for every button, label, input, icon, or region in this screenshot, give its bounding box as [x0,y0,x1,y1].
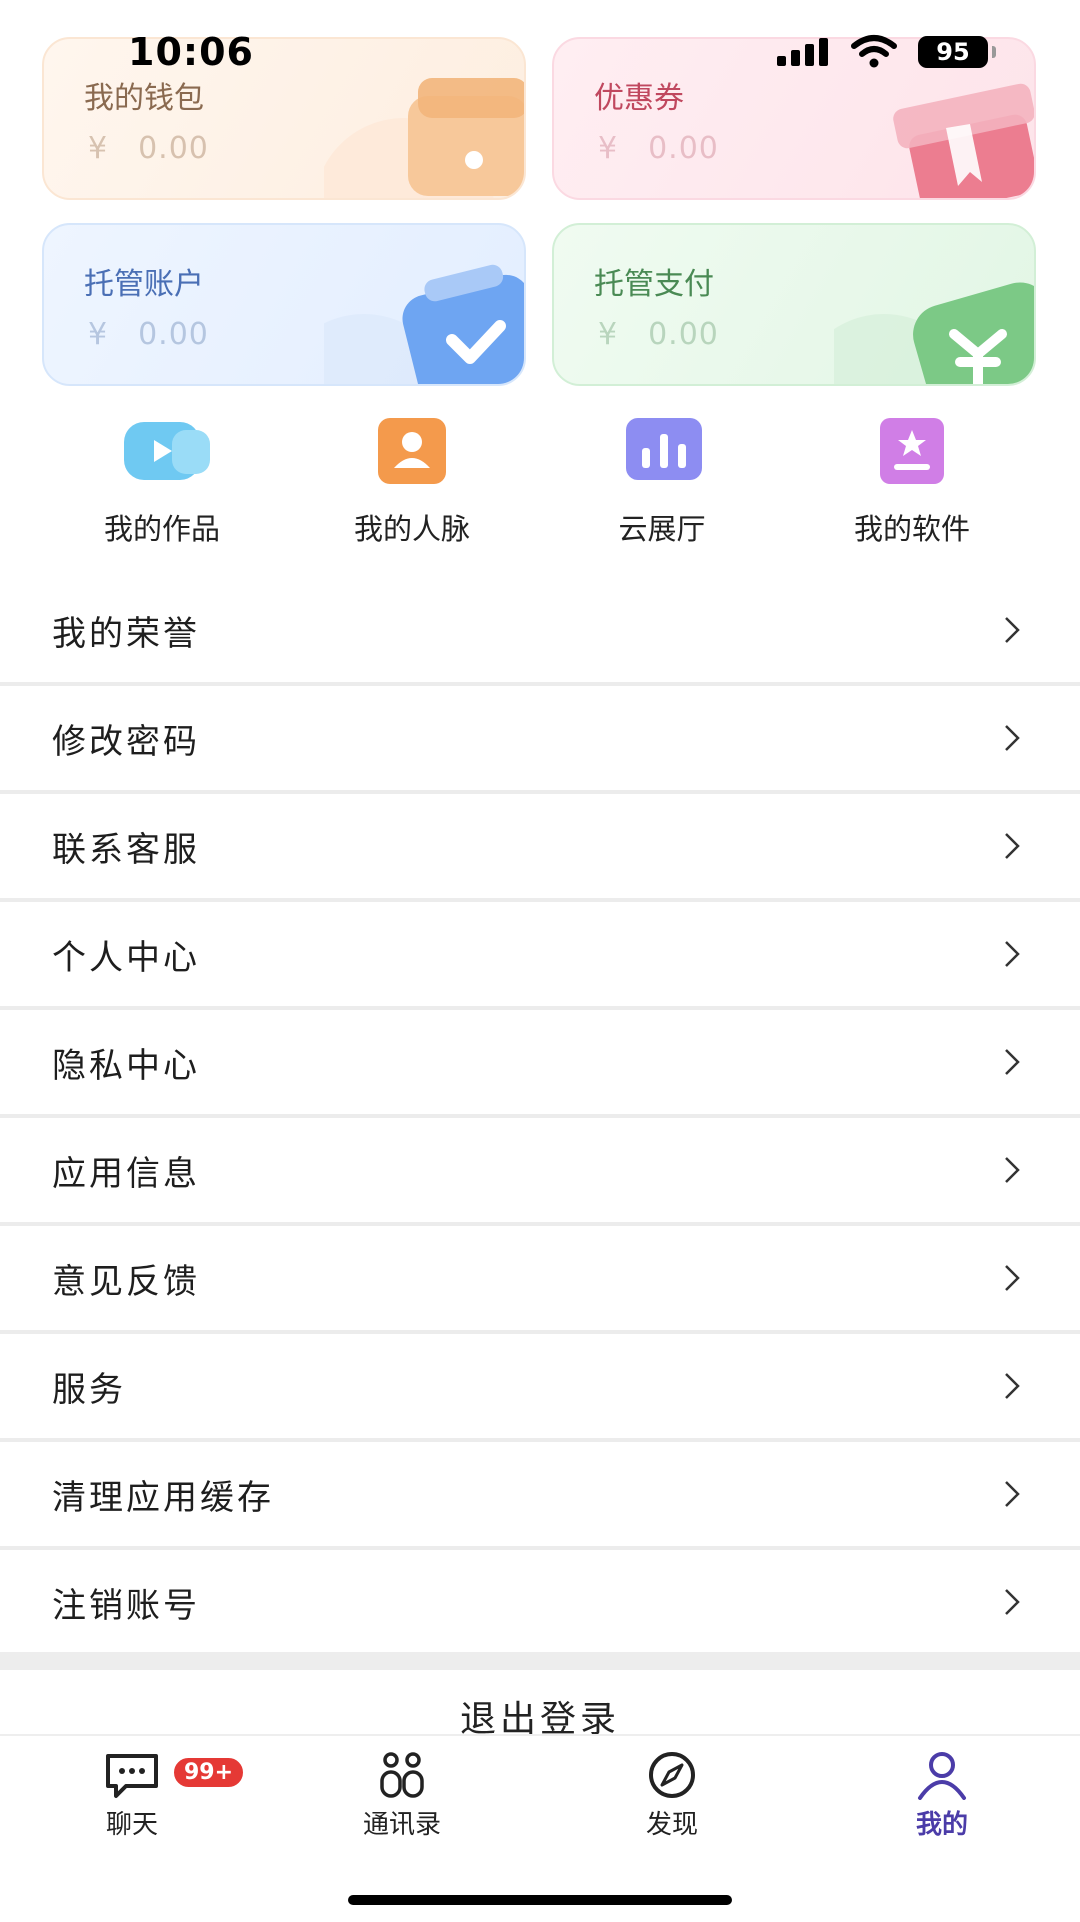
chevron-right-icon [1005,617,1020,643]
menu-label: 清理应用缓存 [52,1478,274,1518]
user-icon [912,1750,972,1800]
shortcut-row: 我的作品 我的人脉 云展厅 我的软件 [0,418,1080,558]
menu-label: 个人中心 [52,938,200,978]
coupon-amount: ¥0.00 [598,131,719,166]
shortcut-label: 我的作品 [103,512,220,546]
logout-button[interactable]: 退出登录 [0,1670,1080,1734]
tab-me[interactable]: 我的 [842,1750,1042,1841]
menu-item-clear-cache[interactable]: 清理应用缓存 [0,1442,1080,1546]
tab-discover[interactable]: 发现 [572,1750,772,1841]
yen-coin-icon [834,282,1034,384]
chevron-right-icon [1005,1481,1020,1507]
menu-item-feedback[interactable]: 意见反馈 [0,1226,1080,1330]
menu-item-delete-account[interactable]: 注销账号 [0,1550,1080,1654]
menu-label: 应用信息 [52,1154,200,1194]
shortcut-cloud-hall[interactable]: 云展厅 [552,418,772,548]
chevron-right-icon [1005,1157,1020,1183]
tab-chat[interactable]: 99+ 聊天 [32,1750,246,1841]
menu-item-change-password[interactable]: 修改密码 [0,686,1080,790]
menu-item-personal-center[interactable]: 个人中心 [0,902,1080,1006]
bookmark-star-icon [872,418,952,484]
tab-label: 发现 [645,1810,698,1840]
escrow-pay-card[interactable]: 托管支付 ¥0.00 [552,223,1036,386]
tab-label: 通讯录 [362,1810,441,1840]
escrow-account-title: 托管账户 [84,267,204,302]
escrow-account-amount: ¥0.00 [88,317,209,352]
video-icon [122,418,210,484]
battery-level: 95 [936,38,970,66]
shortcut-label: 我的软件 [853,512,970,546]
escrow-pay-title: 托管支付 [594,267,714,302]
bottom-tab-bar: 99+ 聊天 通讯录 发现 我的 [0,1734,1080,1922]
shortcut-my-works[interactable]: 我的作品 [52,418,272,548]
escrow-account-card[interactable]: 托管账户 ¥0.00 [42,223,526,386]
chevron-right-icon [1005,1589,1020,1615]
contacts-icon [372,1750,432,1800]
menu-item-service[interactable]: 服务 [0,1334,1080,1438]
chevron-right-icon [1005,833,1020,859]
chevron-right-icon [1005,1265,1020,1291]
signal-icon [777,38,828,66]
tab-label: 聊天 [105,1810,158,1840]
status-bar: 10:06 95 [0,0,1080,100]
wifi-icon [851,35,897,68]
status-time: 10:06 [128,30,254,74]
shortcut-my-contacts[interactable]: 我的人脉 [302,418,522,548]
chevron-right-icon [1005,725,1020,751]
checklist-icon [324,264,524,384]
tab-contacts[interactable]: 通讯录 [302,1750,502,1841]
menu-item-app-info[interactable]: 应用信息 [0,1118,1080,1222]
menu-label: 注销账号 [52,1586,200,1626]
menu-label: 联系客服 [52,830,200,870]
unread-badge: 99+ [172,1756,246,1789]
compass-icon [642,1750,702,1800]
escrow-pay-amount: ¥0.00 [598,317,719,352]
chat-icon [102,1750,162,1800]
menu-label: 隐私中心 [52,1046,200,1086]
menu-item-honors[interactable]: 我的荣誉 [0,578,1080,682]
chevron-right-icon [1005,941,1020,967]
menu-label: 修改密码 [52,722,200,762]
chevron-right-icon [1005,1049,1020,1075]
shortcut-label: 云展厅 [618,512,706,546]
shortcut-my-software[interactable]: 我的软件 [802,418,1022,548]
menu-label: 我的荣誉 [52,614,200,654]
menu-item-privacy-center[interactable]: 隐私中心 [0,1010,1080,1114]
contact-card-icon [372,418,452,484]
wallet-amount: ¥0.00 [88,131,209,166]
chevron-right-icon [1005,1373,1020,1399]
battery-icon: 95 [918,36,996,68]
tab-label: 我的 [915,1810,968,1840]
section-divider [0,1652,1080,1670]
home-indicator[interactable] [348,1895,732,1905]
settings-menu: 我的荣誉 修改密码 联系客服 个人中心 隐私中心 应用信息 意见反馈 服务 清理… [0,578,1080,1654]
bar-chart-icon [622,418,702,484]
shortcut-label: 我的人脉 [353,512,470,546]
menu-item-customer-service[interactable]: 联系客服 [0,794,1080,898]
menu-label: 服务 [52,1370,126,1410]
menu-label: 意见反馈 [52,1262,200,1302]
